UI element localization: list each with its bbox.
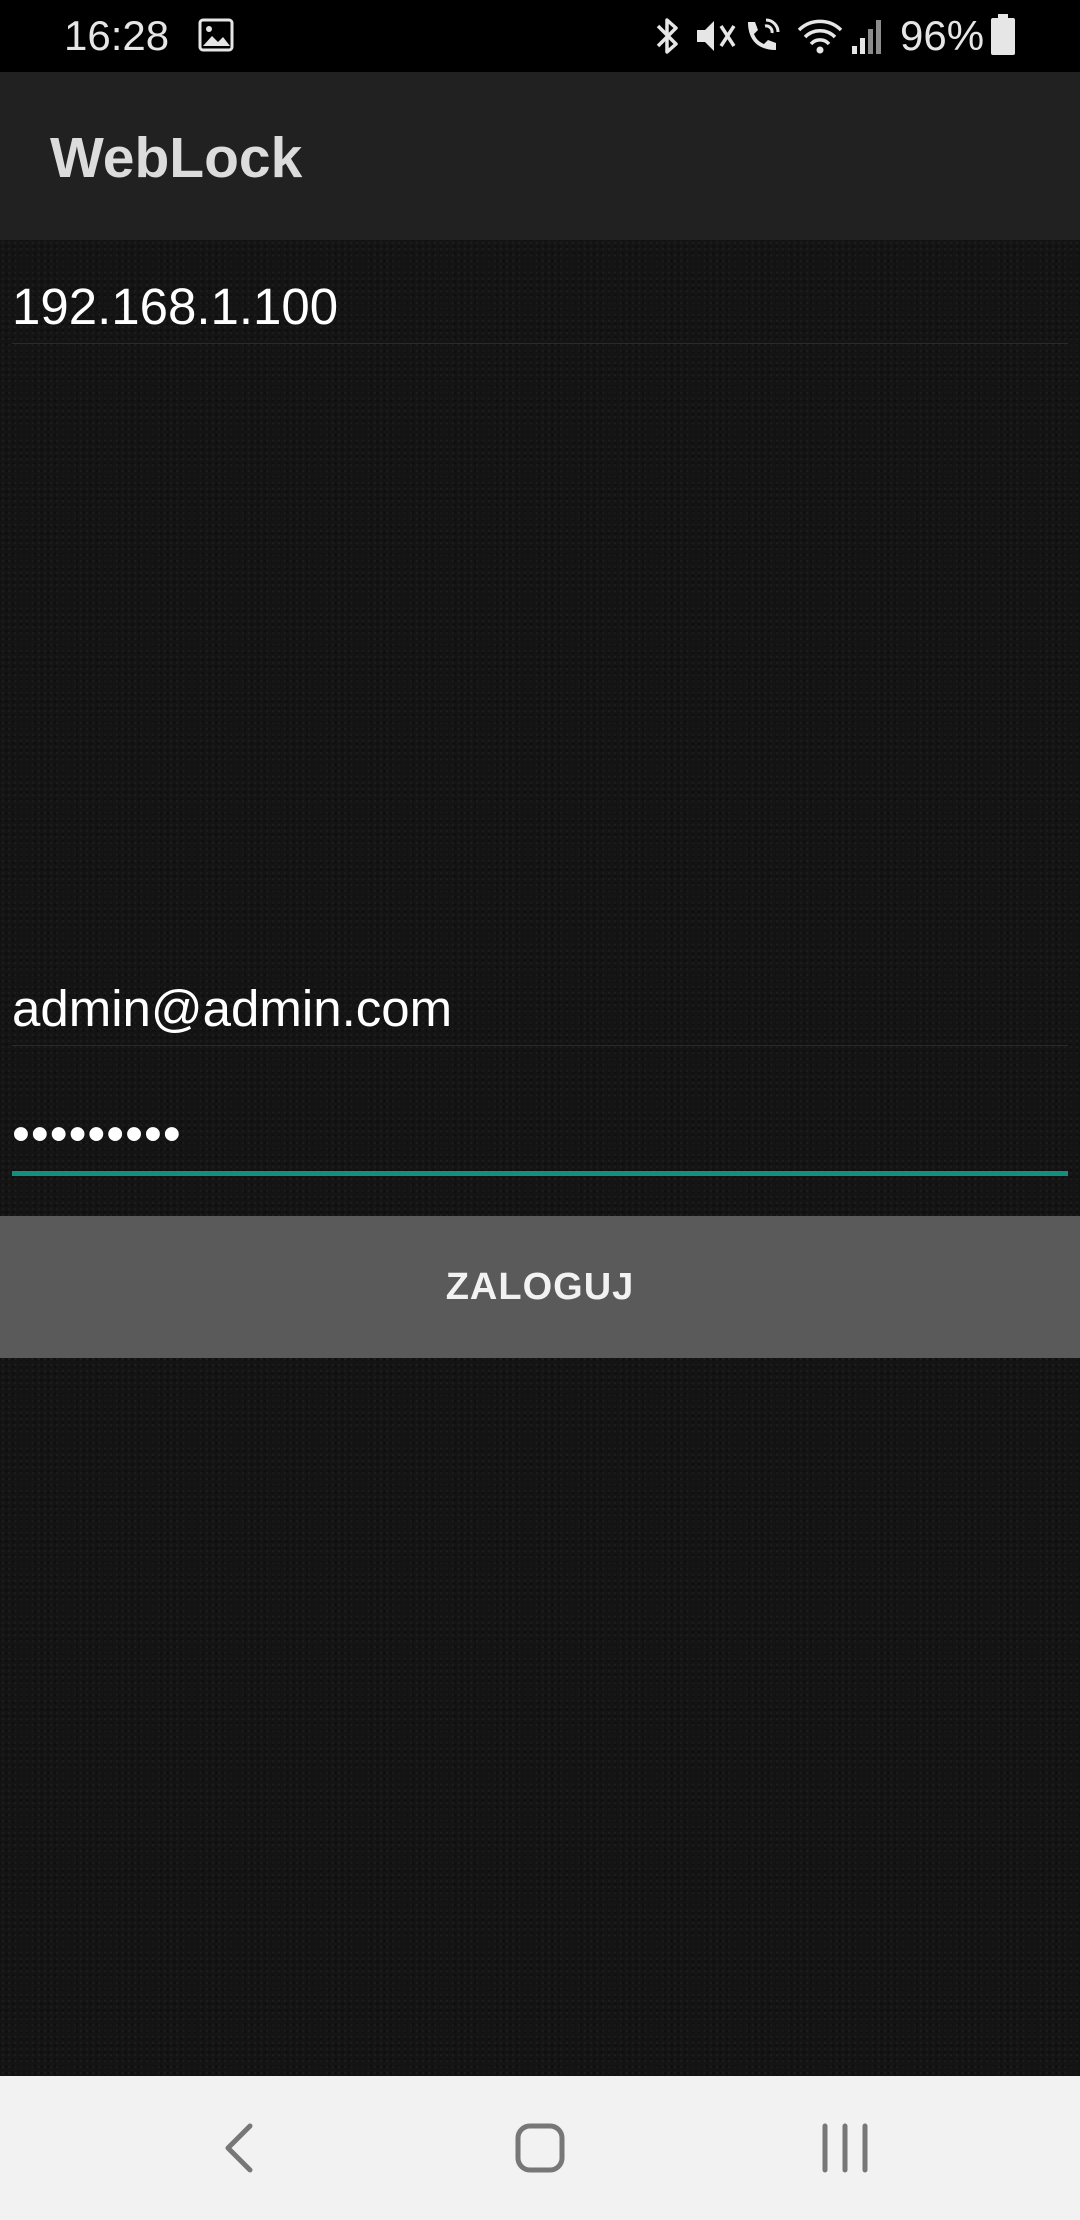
status-bar: 16:28 96%	[0, 0, 1080, 72]
login-button[interactable]: ZALOGUJ	[0, 1216, 1080, 1358]
bluetooth-icon	[656, 18, 678, 54]
phone-screen: 16:28 96% WebLock 192.168.1.100 admin@ad…	[0, 0, 1080, 2220]
gallery-icon	[198, 18, 234, 52]
email-field[interactable]	[12, 972, 1068, 1046]
battery-percent: 96%	[900, 12, 985, 59]
back-button[interactable]	[190, 2112, 290, 2184]
wifi-calling-icon	[748, 18, 780, 50]
back-icon	[225, 2123, 253, 2173]
login-content: ••••••••• ZALOGUJ	[0, 240, 1080, 2076]
home-button[interactable]	[490, 2112, 590, 2184]
navigation-bar	[0, 2076, 1080, 2220]
recents-button[interactable]	[795, 2112, 895, 2184]
app-bar: WebLock	[0, 72, 1080, 240]
mute-icon	[697, 21, 736, 51]
recents-icon	[822, 2123, 868, 2173]
password-field[interactable]	[12, 1102, 1068, 1176]
battery-icon	[991, 14, 1015, 55]
app-title: WebLock	[50, 126, 303, 190]
signal-icon	[852, 20, 881, 54]
wifi-icon	[797, 19, 843, 54]
home-icon	[515, 2123, 565, 2173]
status-time: 16:28	[64, 12, 170, 59]
host-address-field[interactable]	[12, 270, 1068, 344]
